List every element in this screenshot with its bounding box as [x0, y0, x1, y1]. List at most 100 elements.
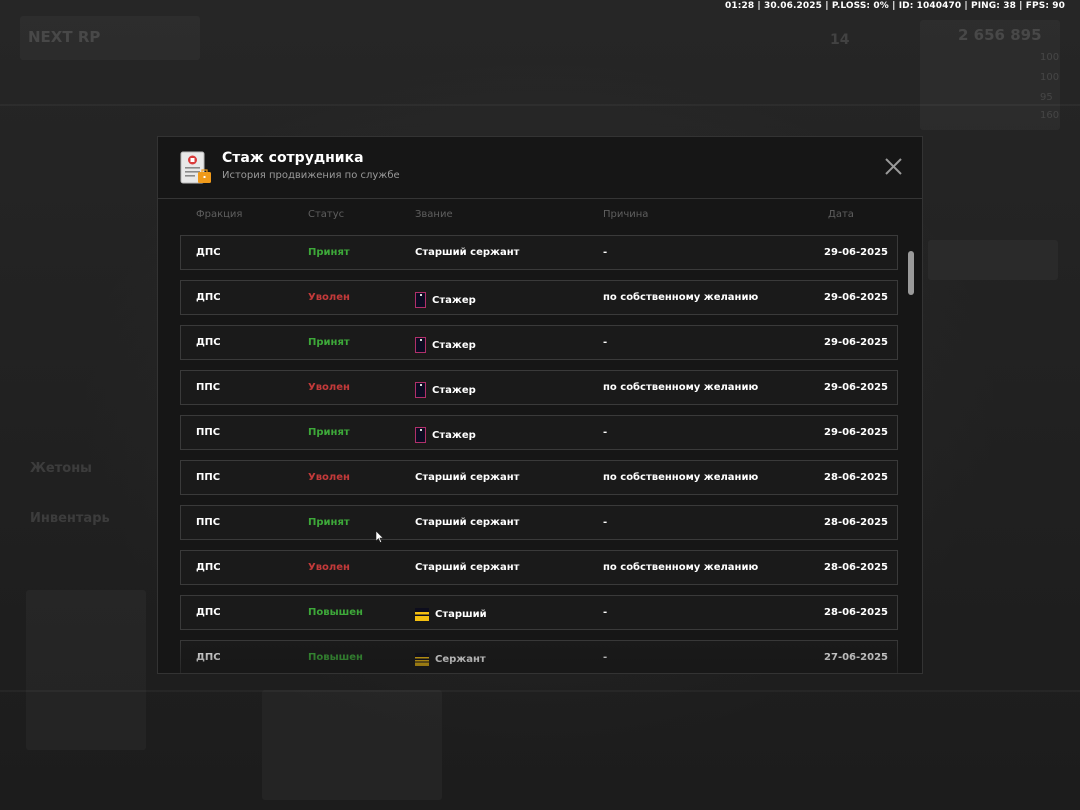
row-status: Принят — [308, 517, 350, 528]
row-reason: - — [603, 247, 608, 258]
row-status: Уволен — [308, 472, 350, 483]
table-row[interactable]: ДПС Повышен Сержант - 27-06-2025 — [180, 640, 898, 673]
column-rank: Звание — [415, 209, 453, 220]
row-status: Повышен — [308, 607, 363, 618]
row-rank: Старший сержант — [415, 247, 519, 258]
table-header: Фракция Статус Звание Причина Дата — [158, 209, 922, 223]
bg-level: 14 — [830, 32, 850, 48]
bg-stat: 95 — [1040, 92, 1053, 103]
bg-stat: 160 — [1040, 110, 1060, 121]
row-status: Принят — [308, 247, 350, 258]
row-date: 28-06-2025 — [824, 562, 888, 573]
row-rank-label: Стажер — [432, 384, 476, 396]
intern-badge-icon — [415, 427, 426, 443]
row-rank-label: Стажер — [432, 429, 476, 441]
row-status: Уволен — [308, 382, 350, 393]
row-faction: ДПС — [196, 247, 221, 258]
table-row[interactable]: ППС Принят Старший сержант - 28-06-2025 — [180, 505, 898, 540]
table-row[interactable]: ППС Принят Стажер - 29-06-2025 — [180, 415, 898, 450]
intern-badge-icon — [415, 337, 426, 353]
row-faction: ДПС — [196, 337, 221, 348]
row-status: Принят — [308, 337, 350, 348]
hud-status-line: 01:28 | 30.06.2025 | P.LOSS: 0% | ID: 10… — [725, 1, 1065, 11]
row-date: 28-06-2025 — [824, 607, 888, 618]
row-rank: Старший сержант — [415, 517, 519, 528]
document-badge-icon — [180, 151, 211, 184]
row-rank: Старший — [415, 607, 487, 621]
row-rank-label: Старший сержант — [415, 247, 520, 258]
table-row[interactable]: ДПС Принят Старший сержант - 29-06-2025 — [180, 235, 898, 270]
row-date: 29-06-2025 — [824, 382, 888, 393]
row-reason: по собственному желанию — [603, 382, 759, 393]
row-rank-label: Стажер — [432, 339, 476, 351]
bg-inventory-grid — [26, 590, 146, 750]
row-rank: Сержант — [415, 652, 486, 666]
row-faction: ППС — [196, 427, 221, 438]
row-reason: по собственному желанию — [603, 292, 759, 303]
row-reason: - — [603, 517, 608, 528]
modal-header: Стаж сотрудника История продвижения по с… — [158, 137, 922, 199]
row-date: 29-06-2025 — [824, 247, 888, 258]
bg-divider — [0, 690, 1080, 692]
row-status: Повышен — [308, 652, 363, 663]
row-status: Уволен — [308, 292, 350, 303]
row-date: 29-06-2025 — [824, 337, 888, 348]
row-reason: по собственному желанию — [603, 562, 759, 573]
scrollbar-thumb[interactable] — [908, 251, 914, 295]
table-row[interactable]: ДПС Принят Стажер - 29-06-2025 — [180, 325, 898, 360]
row-date: 27-06-2025 — [824, 652, 888, 663]
row-status: Принят — [308, 427, 350, 438]
row-date: 29-06-2025 — [824, 292, 888, 303]
row-rank: Старший сержант — [415, 472, 519, 483]
row-faction: ДПС — [196, 652, 221, 663]
row-faction: ДПС — [196, 607, 221, 618]
modal-title: Стаж сотрудника — [222, 150, 364, 166]
row-faction: ДПС — [196, 562, 221, 573]
row-faction: ДПС — [196, 292, 221, 303]
intern-badge-icon — [415, 382, 426, 398]
bg-hotbar — [928, 240, 1058, 280]
row-rank: Стажер — [415, 337, 476, 353]
intern-badge-icon — [415, 292, 426, 308]
bg-stat: 100 — [1040, 72, 1060, 83]
mouse-cursor-icon — [376, 531, 384, 543]
table-row[interactable]: ДПС Повышен Старший - 28-06-2025 — [180, 595, 898, 630]
table-row[interactable]: ППС Уволен Стажер по собственному желанию 29… — [180, 370, 898, 405]
bg-inventory-label: Инвентарь — [30, 511, 110, 526]
row-rank-label: Старший сержант — [415, 517, 520, 528]
row-reason: - — [603, 652, 608, 663]
close-icon[interactable] — [884, 157, 903, 176]
row-rank-label: Старший — [435, 608, 487, 620]
column-date: Дата — [828, 209, 854, 220]
row-rank-label: Стажер — [432, 294, 476, 306]
table-row[interactable]: ДПС Уволен Старший сержант по собственному … — [180, 550, 898, 585]
row-date: 28-06-2025 — [824, 517, 888, 528]
row-rank-label: Старший сержант — [415, 562, 520, 573]
row-faction: ППС — [196, 517, 221, 528]
bg-divider — [0, 104, 1080, 106]
bg-money: 2 656 895 — [958, 26, 1042, 44]
row-reason: - — [603, 427, 608, 438]
row-date: 29-06-2025 — [824, 427, 888, 438]
column-faction: Фракция — [196, 209, 243, 220]
service-history-modal: Стаж сотрудника История продвижения по с… — [157, 136, 923, 674]
row-rank-label: Сержант — [435, 653, 486, 665]
row-reason: - — [603, 337, 608, 348]
table-row[interactable]: ППС Уволен Старший сержант по собственному … — [180, 460, 898, 495]
row-rank-label: Старший сержант — [415, 472, 520, 483]
row-rank: Стажер — [415, 427, 476, 443]
sergeant-stripes-icon — [415, 653, 429, 666]
row-rank: Стажер — [415, 292, 476, 308]
row-faction: ППС — [196, 472, 221, 483]
column-reason: Причина — [603, 209, 649, 220]
column-status: Статус — [308, 209, 345, 220]
row-status: Уволен — [308, 562, 350, 573]
row-faction: ППС — [196, 382, 221, 393]
row-reason: по собственному желанию — [603, 472, 759, 483]
bg-tokens-label: Жетоны — [30, 461, 92, 476]
table-row[interactable]: ДПС Уволен Стажер по собственному желанию 29… — [180, 280, 898, 315]
bg-inventory-slots — [262, 690, 442, 800]
row-reason: - — [603, 607, 608, 618]
bg-stat: 100 — [1040, 52, 1060, 63]
modal-subtitle: История продвижения по службе — [222, 170, 400, 181]
